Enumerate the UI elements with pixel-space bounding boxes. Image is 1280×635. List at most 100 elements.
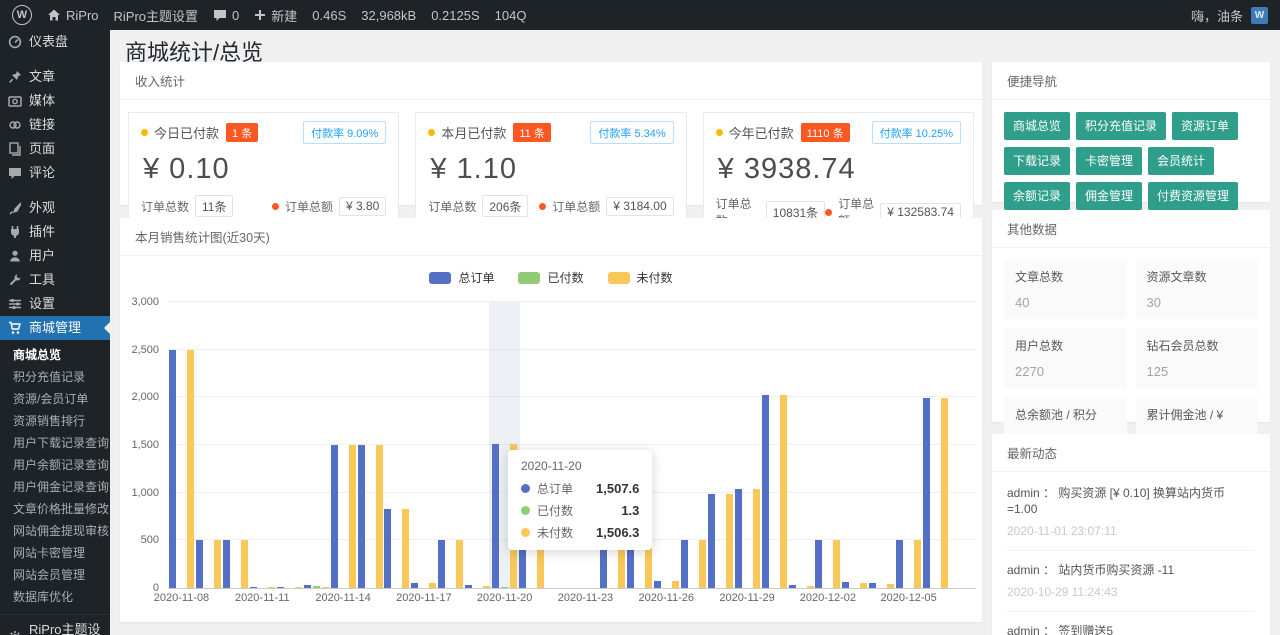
legend-item-总订单[interactable]: 总订单	[429, 269, 494, 286]
bar-未付数[interactable]	[429, 583, 436, 588]
bar-未付数[interactable]	[941, 398, 948, 588]
submenu-item-用户佣金记录查询[interactable]: 用户佣金记录查询	[0, 475, 110, 497]
bar-未付数[interactable]	[753, 489, 760, 588]
sidebar-item-dashboard[interactable]: 仪表盘	[0, 30, 110, 54]
wordpress-logo-icon[interactable]: W	[12, 5, 32, 25]
bar-未付数[interactable]	[672, 581, 679, 588]
bar-未付数[interactable]	[376, 445, 383, 588]
bar-总订单[interactable]	[492, 444, 499, 588]
new-content-label: 新建	[271, 6, 297, 25]
quick-nav-button-卡密管理[interactable]: 卡密管理	[1076, 147, 1142, 175]
submenu-item-网站卡密管理[interactable]: 网站卡密管理	[0, 541, 110, 563]
bar-总订单[interactable]	[654, 581, 661, 588]
bar-group-2020-11-15	[357, 302, 384, 588]
plugin-icon	[8, 225, 22, 239]
submenu-item-数据库优化[interactable]: 数据库优化	[0, 585, 110, 607]
sidebar-item-plugins[interactable]: 插件	[0, 220, 110, 244]
bar-未付数[interactable]	[833, 540, 840, 588]
bar-总订单[interactable]	[923, 398, 930, 588]
sidebar-item-users[interactable]: 用户	[0, 244, 110, 268]
submenu-item-文章价格批量修改[interactable]: 文章价格批量修改	[0, 497, 110, 519]
bar-总订单[interactable]	[438, 540, 445, 588]
bar-总订单[interactable]	[735, 489, 742, 588]
site-name-link[interactable]: RiPro	[47, 8, 99, 23]
income-stats-panel: 收入统计 今日已付款1 条付款率 9.09%¥ 0.10订单总数11条订单总额¥…	[120, 62, 982, 205]
sidebar-item-theme-settings[interactable]: RiPro主题设置	[0, 618, 110, 635]
bar-已付数[interactable]	[313, 586, 320, 588]
bar-未付数[interactable]	[268, 587, 275, 588]
new-content-button[interactable]: 新建	[254, 6, 297, 25]
bar-总订单[interactable]	[384, 509, 391, 588]
bar-总订单[interactable]	[681, 540, 688, 588]
bar-未付数[interactable]	[699, 540, 706, 588]
perf-query-time: 0.2125S	[431, 8, 479, 23]
bar-总订单[interactable]	[842, 582, 849, 588]
bar-总订单[interactable]	[465, 585, 472, 588]
bar-未付数[interactable]	[483, 586, 490, 588]
submenu-item-网站会员管理[interactable]: 网站会员管理	[0, 563, 110, 585]
sidebar-item-links[interactable]: 链接	[0, 113, 110, 137]
sidebar-item-pages[interactable]: 页面	[0, 137, 110, 161]
quick-nav-button-下载记录[interactable]: 下载记录	[1004, 147, 1070, 175]
bar-总订单[interactable]	[277, 587, 284, 588]
sidebar-item-media[interactable]: 媒体	[0, 89, 110, 113]
sidebar-item-settings[interactable]: 设置	[0, 292, 110, 316]
bar-总订单[interactable]	[896, 540, 903, 588]
theme-settings-link[interactable]: RiPro主题设置	[114, 6, 199, 25]
other-data-label: 文章总数	[1015, 268, 1116, 285]
bar-总订单[interactable]	[304, 585, 311, 588]
quick-nav-button-余额记录[interactable]: 余额记录	[1004, 182, 1070, 210]
submenu-item-积分充值记录[interactable]: 积分充值记录	[0, 365, 110, 387]
chart-panel-title: 本月销售统计图(近30天)	[120, 218, 982, 256]
quick-nav-button-资源订单[interactable]: 资源订单	[1172, 112, 1238, 140]
bar-未付数[interactable]	[187, 350, 194, 588]
submenu-item-网站佣金提现审核[interactable]: 网站佣金提现审核	[0, 519, 110, 541]
quick-nav-button-会员统计[interactable]: 会员统计	[1148, 147, 1214, 175]
bar-总订单[interactable]	[331, 445, 338, 588]
bar-总订单[interactable]	[789, 585, 796, 588]
bar-未付数[interactable]	[807, 586, 814, 588]
sidebar-item-posts[interactable]: 文章	[0, 65, 110, 89]
submenu-item-用户下载记录查询[interactable]: 用户下载记录查询	[0, 431, 110, 453]
quick-nav-button-佣金管理[interactable]: 佣金管理	[1076, 182, 1142, 210]
submenu-item-用户余额记录查询[interactable]: 用户余额记录查询	[0, 453, 110, 475]
account-menu[interactable]: 嗨，油条 W	[1191, 6, 1268, 25]
quick-nav-button-付费资源管理[interactable]: 付费资源管理	[1148, 182, 1238, 210]
bar-未付数[interactable]	[295, 587, 302, 588]
bar-总订单[interactable]	[169, 350, 176, 588]
bar-已付数[interactable]	[501, 587, 508, 588]
bar-总订单[interactable]	[762, 395, 769, 588]
bar-总订单[interactable]	[815, 540, 822, 588]
bar-总订单[interactable]	[708, 494, 715, 588]
sidebar-item-appearance[interactable]: 外观	[0, 196, 110, 220]
bar-总订单[interactable]	[196, 540, 203, 588]
bar-总订单[interactable]	[869, 583, 876, 588]
sidebar-item-comments[interactable]: 评论	[0, 161, 110, 185]
bar-总订单[interactable]	[411, 583, 418, 588]
dashboard-icon	[8, 35, 22, 49]
bar-总订单[interactable]	[250, 587, 257, 588]
bar-未付数[interactable]	[914, 540, 921, 588]
bar-未付数[interactable]	[780, 395, 787, 588]
bar-未付数[interactable]	[214, 540, 221, 588]
bar-未付数[interactable]	[860, 583, 867, 588]
bar-未付数[interactable]	[887, 584, 894, 588]
sidebar-item-shop[interactable]: 商城管理	[0, 316, 110, 340]
quick-nav-button-商城总览[interactable]: 商城总览	[1004, 112, 1070, 140]
submenu-item-资源/会员订单[interactable]: 资源/会员订单	[0, 387, 110, 409]
bar-总订单[interactable]	[358, 445, 365, 588]
comments-link[interactable]: 0	[213, 8, 239, 23]
legend-item-未付数[interactable]: 未付数	[608, 269, 673, 286]
quick-nav-button-积分充值记录[interactable]: 积分充值记录	[1076, 112, 1166, 140]
bar-未付数[interactable]	[402, 509, 409, 588]
legend-item-已付数[interactable]: 已付数	[518, 269, 583, 286]
bar-总订单[interactable]	[223, 540, 230, 588]
sidebar-item-tools[interactable]: 工具	[0, 268, 110, 292]
bar-未付数[interactable]	[322, 587, 329, 588]
submenu-item-资源销售排行[interactable]: 资源销售排行	[0, 409, 110, 431]
submenu-item-商城总览[interactable]: 商城总览	[0, 343, 110, 365]
bar-未付数[interactable]	[726, 494, 733, 588]
bar-未付数[interactable]	[456, 540, 463, 588]
bar-未付数[interactable]	[349, 445, 356, 588]
bar-未付数[interactable]	[241, 540, 248, 588]
